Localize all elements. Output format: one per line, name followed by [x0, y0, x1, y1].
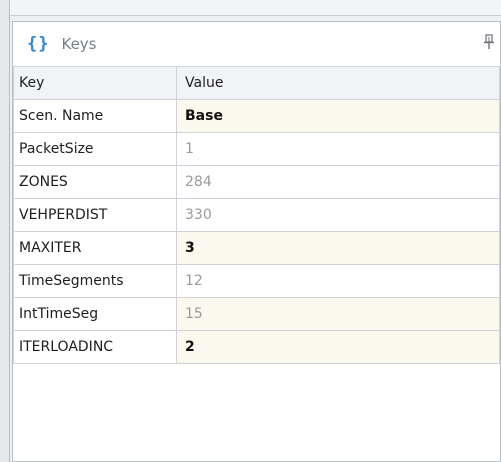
grid-header-row: Key Value — [13, 66, 500, 100]
row-value[interactable]: 12 — [176, 264, 500, 298]
table-row[interactable]: IntTimeSeg 15 — [13, 297, 500, 331]
row-key[interactable]: ITERLOADINC — [13, 330, 177, 364]
row-value[interactable]: Base — [176, 99, 500, 133]
table-row[interactable]: TimeSegments 12 — [13, 264, 500, 298]
row-key[interactable]: PacketSize — [13, 132, 177, 166]
table-row[interactable]: Scen. Name Base — [13, 99, 500, 133]
table-row[interactable]: ITERLOADINC 2 — [13, 330, 500, 364]
row-key[interactable]: VEHPERDIST — [13, 198, 177, 232]
row-value[interactable]: 2 — [176, 330, 500, 364]
row-value[interactable]: 284 — [176, 165, 500, 199]
row-value[interactable]: 1 — [176, 132, 500, 166]
table-row[interactable]: PacketSize 1 — [13, 132, 500, 166]
row-key[interactable]: Scen. Name — [13, 99, 177, 133]
keys-panel: {} Keys Key Value Scen. Name Base Packet… — [12, 21, 501, 462]
column-header-value[interactable]: Value — [176, 66, 500, 100]
row-key[interactable]: ZONES — [13, 165, 177, 199]
table-row[interactable]: VEHPERDIST 330 — [13, 198, 500, 232]
row-value[interactable]: 330 — [176, 198, 500, 232]
app-window: {} Keys Key Value Scen. Name Base Packet… — [0, 0, 501, 462]
keys-grid: Key Value Scen. Name Base PacketSize 1 Z… — [13, 66, 500, 364]
curly-braces-icon: {} — [27, 34, 50, 54]
left-dock-rail — [0, 0, 10, 462]
table-row[interactable]: MAXITER 3 — [13, 231, 500, 265]
top-dock-strip — [10, 0, 501, 16]
panel-header: {} Keys — [13, 22, 500, 66]
row-key[interactable]: IntTimeSeg — [13, 297, 177, 331]
row-value[interactable]: 3 — [176, 231, 500, 265]
row-value[interactable]: 15 — [176, 297, 500, 331]
pin-icon[interactable] — [484, 34, 494, 50]
row-key[interactable]: MAXITER — [13, 231, 177, 265]
table-row[interactable]: ZONES 284 — [13, 165, 500, 199]
panel-title: Keys — [61, 35, 97, 53]
row-key[interactable]: TimeSegments — [13, 264, 177, 298]
column-header-key[interactable]: Key — [13, 66, 177, 100]
